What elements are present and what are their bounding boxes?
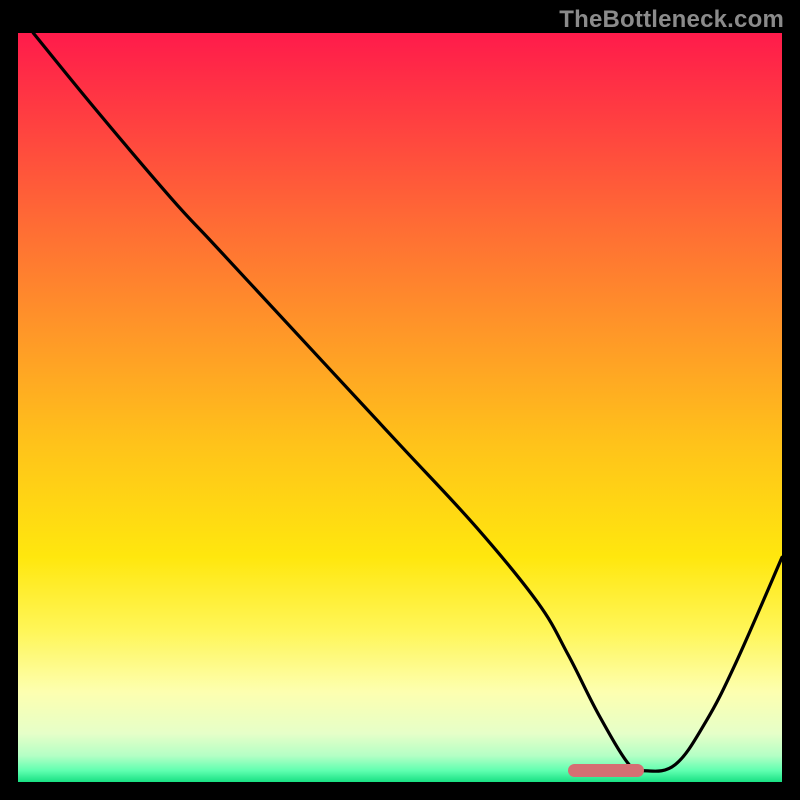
optimal-range-marker <box>568 764 644 777</box>
chart-frame: TheBottleneck.com <box>0 0 800 800</box>
plot-area <box>18 33 782 782</box>
watermark-text: TheBottleneck.com <box>559 6 784 34</box>
bottleneck-curve <box>18 33 782 782</box>
